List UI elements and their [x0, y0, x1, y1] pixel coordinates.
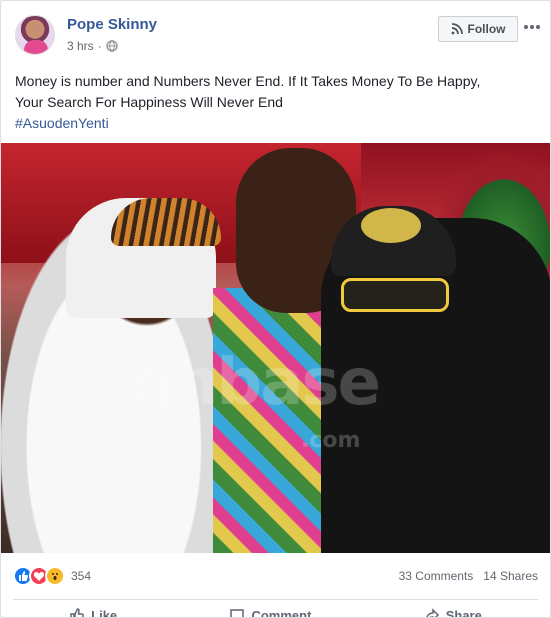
- reaction-count[interactable]: 354: [71, 569, 91, 583]
- dot-icon: [524, 25, 528, 29]
- comment-button[interactable]: Comment: [229, 605, 312, 618]
- like-outline-icon: [70, 608, 84, 617]
- cap-logo: [361, 208, 421, 243]
- engagement-counts: 33 Comments 14 Shares: [399, 569, 538, 583]
- post-header: Pope Skinny 3 hrs · Follow: [15, 13, 540, 61]
- dot-icon: [530, 25, 534, 29]
- wow-icon: [45, 566, 65, 586]
- share-button[interactable]: Share: [424, 605, 482, 618]
- author-name[interactable]: Pope Skinny: [67, 16, 157, 33]
- post-action-bar: Like Comment Share: [13, 605, 538, 618]
- heart-icon: [33, 572, 45, 581]
- like-label: Like: [91, 607, 118, 618]
- globe-icon: [105, 40, 118, 52]
- share-icon: [425, 608, 439, 617]
- comment-icon: [230, 609, 245, 617]
- gold-glasses: [341, 278, 449, 312]
- post-photo[interactable]: ghbase .com: [1, 143, 550, 553]
- wow-face-icon: [52, 573, 58, 580]
- footer-divider: [13, 599, 538, 600]
- comment-label: Comment: [251, 607, 312, 618]
- rss-icon: [451, 23, 463, 35]
- post-text-line-1: Money is number and Numbers Never End. I…: [15, 73, 481, 89]
- comment-count[interactable]: 33 Comments: [399, 569, 474, 583]
- dot-icon: [536, 25, 540, 29]
- share-label: Share: [445, 607, 482, 618]
- follow-button[interactable]: Follow: [438, 16, 518, 42]
- like-button[interactable]: Like: [69, 605, 118, 618]
- post-footer: 354 33 Comments 14 Shares: [13, 563, 538, 589]
- post-meta: 3 hrs ·: [67, 39, 118, 53]
- author-avatar[interactable]: [15, 15, 55, 55]
- share-count[interactable]: 14 Shares: [483, 569, 538, 583]
- more-options-button[interactable]: [522, 17, 542, 37]
- reaction-summary[interactable]: 354: [13, 566, 91, 586]
- post-text-line-2: Your Search For Happiness Will Never End: [15, 94, 283, 110]
- facebook-post-card: Pope Skinny 3 hrs · Follow Money is numb…: [0, 0, 551, 618]
- dreadlocks: [111, 198, 221, 246]
- separator-dot: ·: [97, 39, 102, 53]
- follow-label: Follow: [467, 22, 506, 36]
- thumbs-up-icon: [19, 571, 28, 581]
- post-timestamp[interactable]: 3 hrs: [67, 39, 94, 53]
- post-text: Money is number and Numbers Never End. I…: [15, 71, 540, 134]
- post-hashtag[interactable]: #AsuodenYenti: [15, 113, 540, 134]
